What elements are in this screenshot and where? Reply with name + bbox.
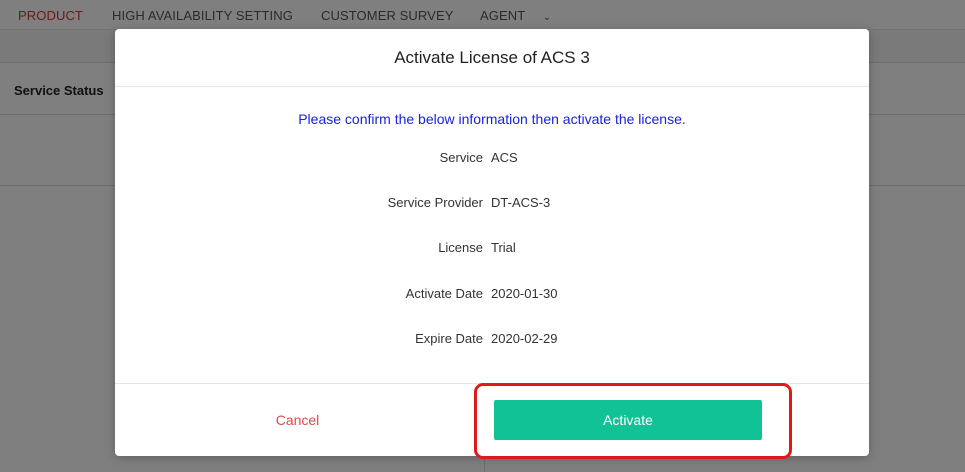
cancel-button[interactable]: Cancel <box>115 384 480 456</box>
info-row-service-provider: Service Provider DT-ACS-3 <box>115 195 869 215</box>
info-row-expire-date: Expire Date 2020-02-29 <box>115 331 869 351</box>
info-label: Expire Date <box>415 331 483 346</box>
info-row-license: License Trial <box>115 240 869 260</box>
activate-license-dialog: Activate License of ACS 3 Please confirm… <box>115 29 869 456</box>
activate-button[interactable]: Activate <box>494 400 762 440</box>
info-row-service: Service ACS <box>115 150 869 170</box>
info-label: Service <box>439 150 483 165</box>
info-value: 2020-01-30 <box>491 286 558 301</box>
info-label: License <box>438 240 483 255</box>
info-row-activate-date: Activate Date 2020-01-30 <box>115 286 869 306</box>
info-value: ACS <box>491 150 518 165</box>
info-value: 2020-02-29 <box>491 331 558 346</box>
info-value: DT-ACS-3 <box>491 195 551 210</box>
info-label: Activate Date <box>405 286 483 301</box>
dialog-header: Activate License of ACS 3 <box>115 29 869 87</box>
info-label: Service Provider <box>387 195 483 210</box>
dialog-footer: Cancel Activate <box>115 383 869 456</box>
dialog-title: Activate License of ACS 3 <box>394 47 590 67</box>
info-value: Trial <box>491 240 516 255</box>
confirm-message: Please confirm the below information the… <box>298 111 686 127</box>
